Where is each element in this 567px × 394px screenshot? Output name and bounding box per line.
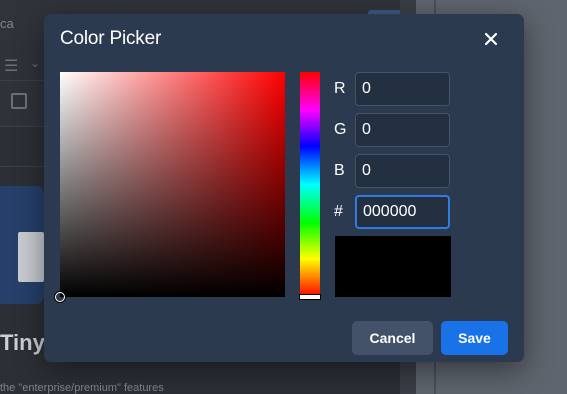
tiny-logo-mark: [18, 232, 44, 282]
green-label: G: [334, 121, 347, 138]
color-preview-swatch: [335, 236, 451, 297]
hex-input[interactable]: [355, 195, 450, 229]
cancel-button[interactable]: Cancel: [352, 321, 433, 355]
bullet-list-icon: ☰: [4, 58, 19, 75]
save-button[interactable]: Save: [441, 321, 508, 355]
editor-body-text: the "enterprise/premium" features: [0, 382, 164, 394]
color-picker-dialog: Color Picker R G B # Cancel Save: [44, 14, 524, 362]
hue-slider[interactable]: [300, 72, 320, 297]
blue-label: B: [334, 162, 345, 179]
chevron-down-icon: ⌄: [30, 56, 41, 70]
close-icon: [484, 32, 498, 46]
upload-icon: [11, 93, 27, 109]
dialog-title: Color Picker: [60, 28, 162, 49]
editor-tab-label: ca: [0, 16, 14, 31]
green-input[interactable]: [355, 113, 450, 147]
hue-slider-handle[interactable]: [299, 294, 321, 300]
tiny-logo-word: Tiny: [0, 330, 45, 355]
saturation-value-handle[interactable]: [55, 292, 65, 302]
red-input[interactable]: [355, 72, 450, 106]
saturation-value-area[interactable]: [55, 72, 285, 302]
close-button[interactable]: [480, 28, 502, 50]
value-gradient: [60, 72, 285, 297]
hex-label: #: [334, 203, 343, 220]
red-label: R: [334, 80, 346, 97]
blue-input[interactable]: [355, 154, 450, 188]
